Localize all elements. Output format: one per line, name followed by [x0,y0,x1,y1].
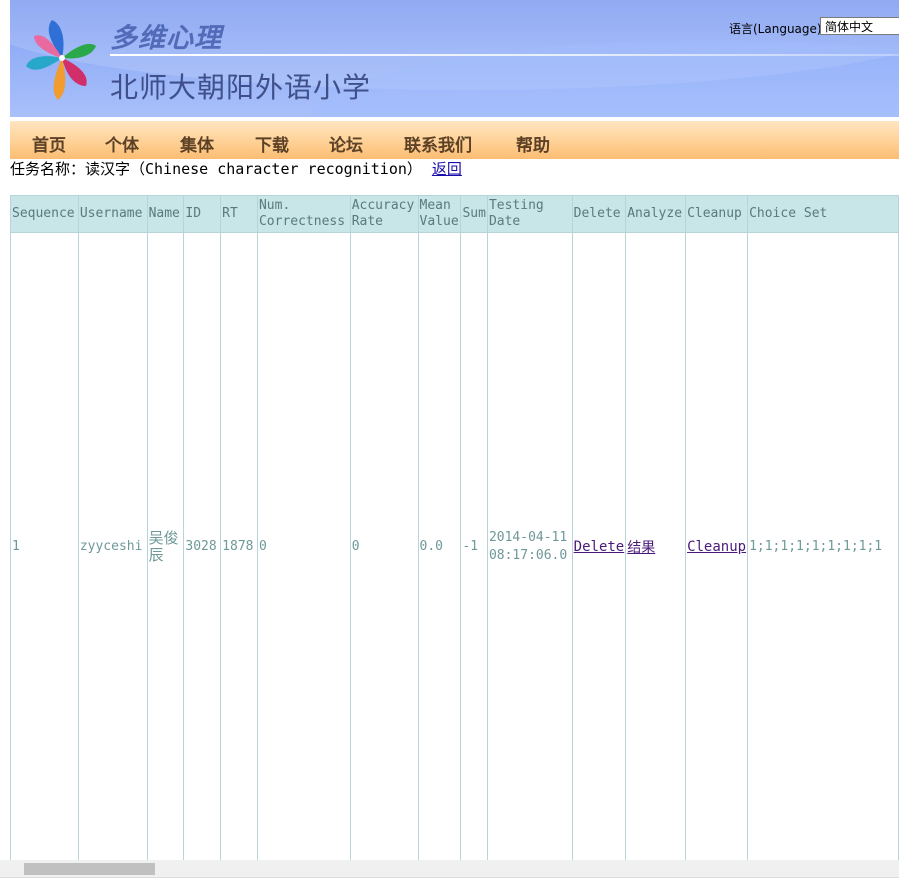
table-row: 1 zyyceshi 吴俊辰 3028 1878 0 0 0.0 -1 2014… [10,232,899,861]
cell-sum: -1 [460,232,488,861]
header-banner: 多维心理 北师大朝阳外语小学 [10,0,899,117]
cell-delete: Delete [571,232,627,861]
nav-item-forum[interactable]: 论坛 [329,131,363,156]
col-header-name: Name [146,195,185,233]
cell-testing-date: 2014-04-11 08:17:06.0 [486,232,573,861]
col-header-delete: Delete [571,195,627,233]
language-label: 语言(Language) [729,22,822,36]
school-name: 北师大朝阳外语小学 [110,71,372,104]
nav-item-group[interactable]: 集体 [180,131,214,156]
results-table: Sequence Username Name ID RT Num. Correc… [10,195,899,861]
cell-choice-set: 1;1;1;1;1;1;1;1;1 [747,232,899,861]
col-header-sum: Sum [460,195,488,233]
cell-id: 3028 [183,232,222,861]
analyze-result-link[interactable]: 结果 [627,540,655,556]
cell-name: 吴俊辰 [146,232,185,861]
main-nav: 首页 个体 集体 下载 论坛 联系我们 帮助 [10,121,899,159]
pinwheel-logo-icon [26,20,96,100]
delete-link[interactable]: Delete [574,539,625,555]
nav-item-individual[interactable]: 个体 [105,131,139,156]
col-header-sequence: Sequence [10,195,79,233]
header-divider [110,54,899,56]
cell-username: zyyceshi [77,232,148,861]
cell-accuracy-rate: 0 [349,232,419,861]
nav-item-help[interactable]: 帮助 [516,131,550,156]
table-header-row: Sequence Username Name ID RT Num. Correc… [10,195,899,233]
nav-item-download[interactable]: 下载 [255,131,289,156]
cleanup-link[interactable]: Cleanup [687,539,746,555]
back-link[interactable]: 返回 [432,160,462,178]
nav-item-contact[interactable]: 联系我们 [404,131,472,156]
col-header-mean-value: Mean Value [417,195,462,233]
horizontal-scrollbar[interactable] [0,860,899,877]
cell-num-correctness: 0 [256,232,351,861]
scrollbar-thumb[interactable] [24,863,155,875]
cell-rt: 1878 [220,232,258,861]
col-header-testing-date: Testing Date [486,195,573,233]
col-header-cleanup: Cleanup [685,195,749,233]
nav-item-home[interactable]: 首页 [32,131,66,156]
cell-cleanup: Cleanup [685,232,749,861]
cell-analyze: 结果 [625,232,687,861]
task-name: 任务名称：读汉字（Chinese character recognition） [10,160,422,178]
cell-sequence: 1 [10,232,79,861]
task-title-line: 任务名称：读汉字（Chinese character recognition） 返… [10,158,462,179]
col-header-rt: RT [220,195,258,233]
col-header-num-correctness: Num. Correctness [256,195,351,233]
language-select[interactable]: 简体中文 [820,17,899,35]
col-header-username: Username [77,195,148,233]
cell-mean-value: 0.0 [417,232,462,861]
col-header-analyze: Analyze [625,195,687,233]
site-subtitle: 多维心理 [110,23,222,54]
col-header-id: ID [183,195,222,233]
col-header-choice-set: Choice Set [747,195,899,233]
col-header-accuracy-rate: Accuracy Rate [349,195,419,233]
